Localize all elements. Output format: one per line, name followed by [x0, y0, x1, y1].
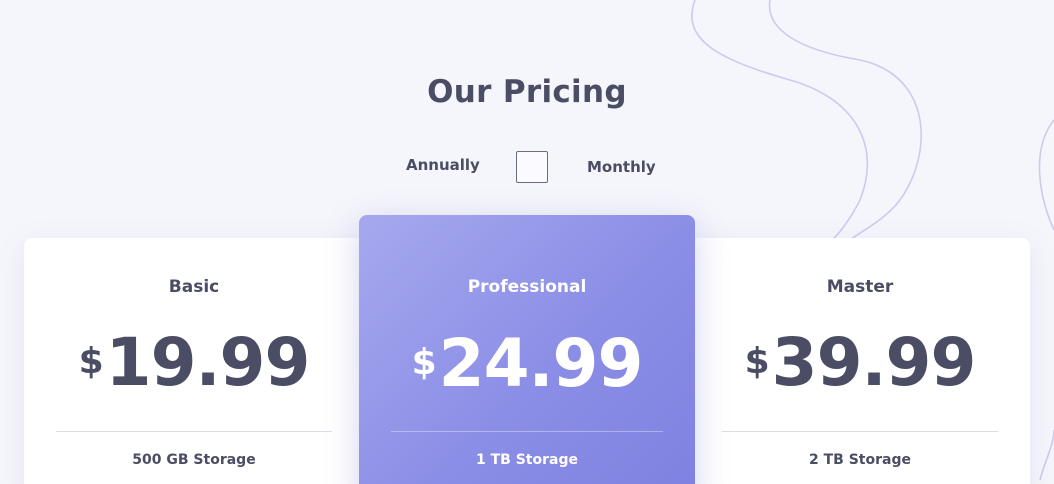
pricing-card-master: Master $39.99 2 TB Storage	[690, 238, 1030, 484]
plan-name: Master	[826, 277, 894, 297]
divider	[391, 431, 663, 432]
currency-symbol: $	[78, 341, 104, 382]
page-title: Our Pricing	[427, 74, 627, 110]
price-amount: 39.99	[771, 324, 977, 401]
plan-price: $39.99	[690, 330, 1030, 396]
pricing-card-basic: Basic $19.99 500 GB Storage	[24, 238, 364, 484]
currency-symbol: $	[744, 341, 770, 382]
billing-monthly-label: Monthly	[587, 158, 656, 176]
currency-symbol: $	[411, 342, 437, 383]
billing-period-toggle[interactable]	[516, 151, 548, 183]
price-amount: 19.99	[105, 324, 311, 401]
divider	[56, 431, 332, 432]
plan-name: Basic	[168, 277, 220, 297]
plan-feature-storage: 2 TB Storage	[809, 452, 911, 468]
plan-price: $19.99	[24, 330, 364, 396]
plan-name: Professional	[467, 277, 587, 297]
plan-price: $24.99	[359, 331, 695, 397]
price-amount: 24.99	[438, 325, 644, 402]
billing-annually-label: Annually	[406, 156, 480, 174]
plan-feature-storage: 1 TB Storage	[476, 452, 578, 468]
plan-feature-storage: 500 GB Storage	[132, 452, 256, 468]
pricing-card-professional: Professional $24.99 1 TB Storage	[359, 215, 695, 484]
divider	[722, 431, 998, 432]
